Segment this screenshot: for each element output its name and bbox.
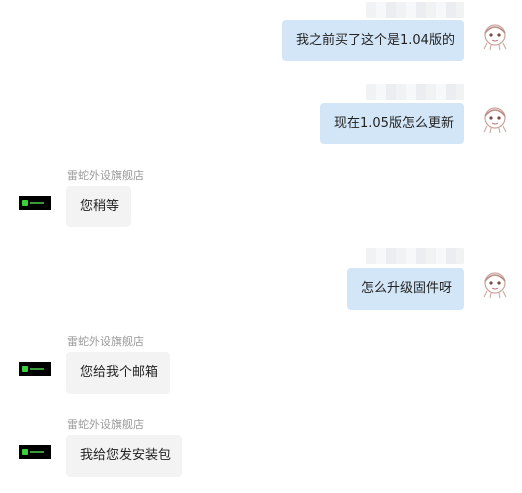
chat-window: 我之前买了这个是1.04版的 现在1.05版怎么更新 雷蛇外设旗舰店 您稍等 怎… [0,0,522,493]
shop-avatar-icon[interactable] [19,445,51,459]
razer-logo-icon [22,449,28,455]
razer-logo-icon [22,366,28,372]
message-text: 我之前买了这个是1.04版的 [296,32,455,48]
shop-avatar-icon[interactable] [19,196,51,210]
sender-name: 雷蛇外设旗舰店 [67,418,144,431]
sender-name: 雷蛇外设旗舰店 [67,169,144,182]
message-text: 现在1.05版怎么更新 [334,115,454,131]
blurred-sender-name [366,84,464,100]
message-text: 怎么升级固件呀 [361,281,453,297]
message-text: 您给我个邮箱 [80,365,159,381]
message-bubble-incoming[interactable]: 您稍等 [66,186,131,227]
message-bubble-outgoing[interactable]: 现在1.05版怎么更新 [320,103,464,144]
message-bubble-outgoing[interactable]: 怎么升级固件呀 [347,268,464,310]
sender-name: 雷蛇外设旗舰店 [67,335,144,348]
user-avatar-icon[interactable] [480,104,510,134]
blurred-sender-name [366,2,464,18]
message-text: 您稍等 [80,198,120,214]
razer-logo-icon [22,200,28,206]
message-bubble-incoming[interactable]: 您给我个邮箱 [66,352,170,394]
message-text: 我给您发安装包 [80,448,172,464]
shop-avatar-icon[interactable] [19,362,51,376]
user-avatar-icon[interactable] [480,21,510,51]
message-bubble-outgoing[interactable]: 我之前买了这个是1.04版的 [282,20,464,61]
user-avatar-icon[interactable] [480,269,510,299]
blurred-sender-name [366,248,464,264]
message-bubble-incoming[interactable]: 我给您发安装包 [66,435,182,477]
